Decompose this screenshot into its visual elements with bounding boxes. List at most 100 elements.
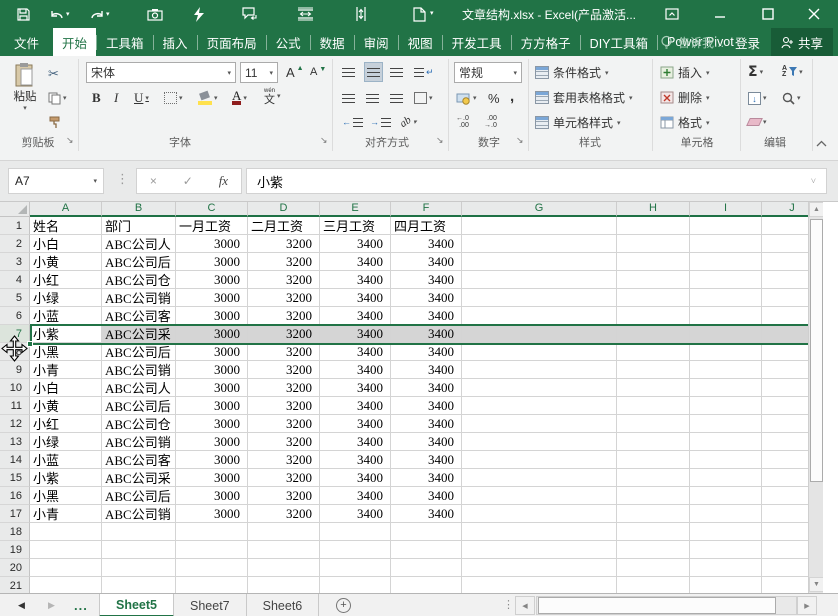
- cell-C6[interactable]: 3000: [176, 307, 248, 325]
- orientation-button[interactable]: ab▾: [398, 112, 419, 132]
- column-header-C[interactable]: C: [176, 202, 248, 217]
- cell-A8[interactable]: 小黑: [30, 343, 102, 361]
- top-align-button[interactable]: [340, 62, 357, 82]
- cell-F1[interactable]: 四月工资: [391, 217, 462, 235]
- row-header-2[interactable]: 2: [0, 235, 30, 253]
- cell-D8[interactable]: 3200: [248, 343, 320, 361]
- redo-icon[interactable]: [88, 5, 106, 23]
- cell-D4[interactable]: 3200: [248, 271, 320, 289]
- cell-H9[interactable]: [617, 361, 690, 379]
- paste-dropdown-icon[interactable]: ▾: [23, 104, 27, 112]
- cell-I3[interactable]: [690, 253, 762, 271]
- cell-F13[interactable]: 3400: [391, 433, 462, 451]
- cell-G7[interactable]: [462, 325, 617, 343]
- cell-A3[interactable]: 小黄: [30, 253, 102, 271]
- cell-B8[interactable]: ABC公司后: [102, 343, 176, 361]
- format-as-table-button[interactable]: 套用表格格式▾: [535, 87, 633, 108]
- borders-button[interactable]: ▾: [162, 88, 185, 108]
- cell-D3[interactable]: 3200: [248, 253, 320, 271]
- cell-E15[interactable]: 3400: [320, 469, 391, 487]
- cell-I16[interactable]: [690, 487, 762, 505]
- cell-B18[interactable]: [102, 523, 176, 541]
- cell-H10[interactable]: [617, 379, 690, 397]
- column-header-F[interactable]: F: [391, 202, 462, 217]
- redo-dropdown-icon[interactable]: ▾: [106, 10, 110, 18]
- cell-B1[interactable]: 部门: [102, 217, 176, 235]
- cell-G3[interactable]: [462, 253, 617, 271]
- comment-arrow-icon[interactable]: [240, 5, 258, 23]
- cell-D7[interactable]: 3200: [248, 325, 320, 343]
- row-header-15[interactable]: 15: [0, 469, 30, 487]
- cell-A17[interactable]: 小青: [30, 505, 102, 523]
- ribbon-tab-2[interactable]: 工具箱: [97, 28, 153, 56]
- cell-D6[interactable]: 3200: [248, 307, 320, 325]
- clipboard-dialog-launcher-icon[interactable]: ↘: [66, 135, 74, 146]
- cell-D11[interactable]: 3200: [248, 397, 320, 415]
- row-header-13[interactable]: 13: [0, 433, 30, 451]
- cell-E10[interactable]: 3400: [320, 379, 391, 397]
- sign-in-button[interactable]: 登录: [735, 28, 760, 56]
- clear-button[interactable]: ▾: [746, 112, 769, 132]
- cell-A6[interactable]: 小蓝: [30, 307, 102, 325]
- cell-G8[interactable]: [462, 343, 617, 361]
- cell-A12[interactable]: 小红: [30, 415, 102, 433]
- scroll-left-icon[interactable]: ◀: [515, 596, 535, 615]
- cell-F6[interactable]: 3400: [391, 307, 462, 325]
- align-left-button[interactable]: [340, 88, 357, 108]
- cell-H2[interactable]: [617, 235, 690, 253]
- maximize-button[interactable]: [751, 0, 785, 28]
- scroll-right-icon[interactable]: ▶: [797, 596, 817, 615]
- cell-B10[interactable]: ABC公司人: [102, 379, 176, 397]
- save-icon[interactable]: [14, 5, 32, 23]
- cell-E3[interactable]: 3400: [320, 253, 391, 271]
- cell-G9[interactable]: [462, 361, 617, 379]
- sort-filter-button[interactable]: AZ ▾: [780, 62, 805, 82]
- cell-D15[interactable]: 3200: [248, 469, 320, 487]
- cell-C5[interactable]: 3000: [176, 289, 248, 307]
- italic-button[interactable]: I: [112, 88, 120, 108]
- cell-E19[interactable]: [320, 541, 391, 559]
- conditional-formatting-button[interactable]: 条件格式▾: [535, 62, 609, 83]
- fill-button[interactable]: ↓▾: [746, 88, 769, 108]
- ribbon-tab-6[interactable]: 数据: [311, 28, 354, 56]
- cell-C18[interactable]: [176, 523, 248, 541]
- column-width-icon[interactable]: [352, 5, 370, 23]
- phonetic-guide-button[interactable]: wén文▾: [262, 86, 283, 106]
- font-size-combo[interactable]: 11▾: [240, 62, 278, 83]
- cell-C4[interactable]: 3000: [176, 271, 248, 289]
- cell-H14[interactable]: [617, 451, 690, 469]
- cell-A19[interactable]: [30, 541, 102, 559]
- column-header-A[interactable]: A: [30, 202, 102, 217]
- decrease-decimal-button[interactable]: .00→.0: [482, 112, 499, 132]
- cell-H17[interactable]: [617, 505, 690, 523]
- cell-D12[interactable]: 3200: [248, 415, 320, 433]
- cell-A11[interactable]: 小黄: [30, 397, 102, 415]
- cell-E20[interactable]: [320, 559, 391, 577]
- cell-F17[interactable]: 3400: [391, 505, 462, 523]
- cell-A2[interactable]: 小白: [30, 235, 102, 253]
- cell-D13[interactable]: 3200: [248, 433, 320, 451]
- cell-E18[interactable]: [320, 523, 391, 541]
- cell-H21[interactable]: [617, 577, 690, 593]
- sheet-nav-prev-icon[interactable]: ◀: [18, 594, 25, 616]
- expand-formula-bar-icon[interactable]: ˅: [811, 176, 816, 186]
- ribbon-display-options-button[interactable]: [655, 0, 689, 28]
- cell-A4[interactable]: 小红: [30, 271, 102, 289]
- cell-E4[interactable]: 3400: [320, 271, 391, 289]
- cut-button[interactable]: ✂: [46, 64, 61, 84]
- cell-C17[interactable]: 3000: [176, 505, 248, 523]
- cell-G12[interactable]: [462, 415, 617, 433]
- merge-center-button[interactable]: ▾: [412, 88, 435, 108]
- cell-D1[interactable]: 二月工资: [248, 217, 320, 235]
- sheet-tab-sheet7[interactable]: Sheet7: [174, 594, 247, 616]
- cell-A16[interactable]: 小黑: [30, 487, 102, 505]
- row-header-19[interactable]: 19: [0, 541, 30, 559]
- column-header-I[interactable]: I: [690, 202, 762, 217]
- cell-E1[interactable]: 三月工资: [320, 217, 391, 235]
- row-header-1[interactable]: 1: [0, 217, 30, 235]
- cell-C1[interactable]: 一月工资: [176, 217, 248, 235]
- sheet-tab-sheet6[interactable]: Sheet6: [247, 594, 320, 616]
- vertical-scrollbar[interactable]: ▲ ▼: [808, 202, 823, 593]
- cell-H12[interactable]: [617, 415, 690, 433]
- ribbon-tab-9[interactable]: 开发工具: [443, 28, 511, 56]
